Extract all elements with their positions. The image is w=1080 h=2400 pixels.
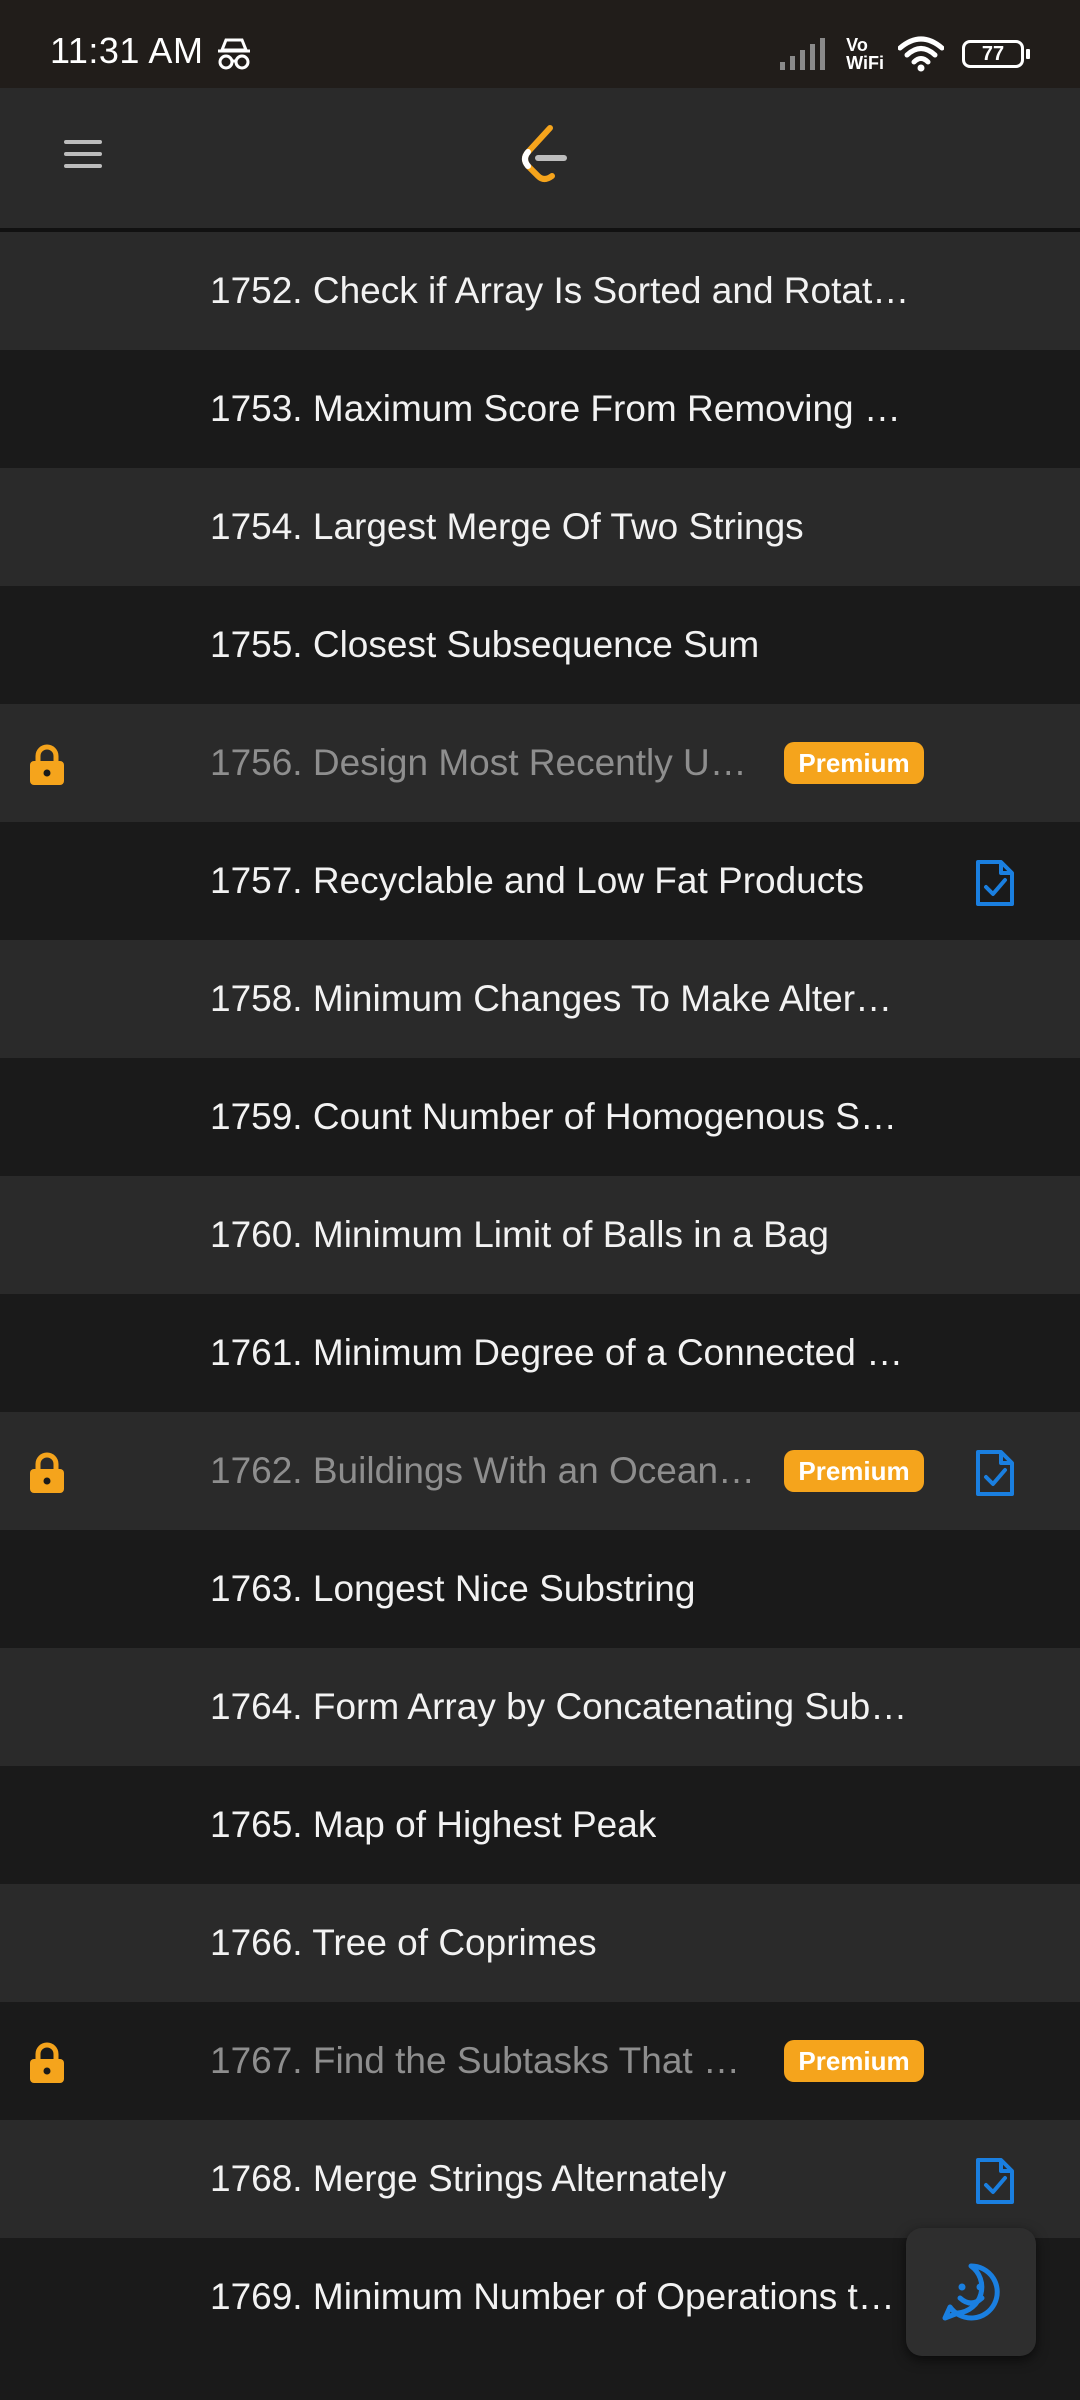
problem-row[interactable]: 1764. Form Array by Concatenating Sub… <box>0 1648 1080 1766</box>
battery-level: 77 <box>981 42 1005 65</box>
vowifi-vo: Vo <box>846 35 868 55</box>
problem-title: 1761. Minimum Degree of a Connected … <box>210 1332 904 1373</box>
problem-list: 1752. Check if Array Is Sorted and Rotat… <box>0 232 1080 2356</box>
signal-icon <box>780 38 826 70</box>
problem-title: 1763. Longest Nice Substring <box>210 1568 696 1609</box>
leetcode-logo[interactable] <box>516 124 572 190</box>
hamburger-menu-icon[interactable] <box>60 134 108 182</box>
problem-title: 1756. Design Most Recently U… <box>210 742 747 783</box>
problem-title: 1760. Minimum Limit of Balls in a Bag <box>210 1214 829 1255</box>
problem-title: 1764. Form Array by Concatenating Sub… <box>210 1686 908 1727</box>
solution-doc-icon[interactable] <box>974 1448 1016 1498</box>
problem-row[interactable]: 1768. Merge Strings Alternately <box>0 2120 1080 2238</box>
problem-row[interactable]: 1760. Minimum Limit of Balls in a Bag <box>0 1176 1080 1294</box>
problem-title: 1752. Check if Array Is Sorted and Rotat… <box>210 270 910 311</box>
problem-row[interactable]: 1755. Closest Subsequence Sum <box>0 586 1080 704</box>
problem-row[interactable]: 1763. Longest Nice Substring <box>0 1530 1080 1648</box>
lock-icon <box>30 1452 64 1493</box>
problem-row[interactable]: 1752. Check if Array Is Sorted and Rotat… <box>0 232 1080 350</box>
problem-title: 1762. Buildings With an Ocean… <box>210 1450 756 1491</box>
problem-row[interactable]: 1762. Buildings With an Ocean… Premium <box>0 1412 1080 1530</box>
problem-row[interactable]: 1765. Map of Highest Peak <box>0 1766 1080 1884</box>
chat-smiley-icon <box>942 2263 1000 2321</box>
problem-title: 1768. Merge Strings Alternately <box>210 2158 727 2199</box>
app-screen: 11:31 AM Vo WiFi 77 1752. Check if Array… <box>0 0 1080 2400</box>
solution-doc-icon[interactable] <box>974 2156 1016 2206</box>
problem-title: 1758. Minimum Changes To Make Alter… <box>210 978 893 1019</box>
problem-row[interactable]: 1757. Recyclable and Low Fat Products <box>0 822 1080 940</box>
vowifi-indicator: Vo WiFi <box>846 36 884 72</box>
premium-badge: Premium <box>784 1450 924 1492</box>
problem-row[interactable]: 1759. Count Number of Homogenous S… <box>0 1058 1080 1176</box>
problem-title: 1759. Count Number of Homogenous S… <box>210 1096 897 1137</box>
chat-fab-button[interactable] <box>906 2228 1036 2356</box>
problem-row[interactable]: 1753. Maximum Score From Removing … <box>0 350 1080 468</box>
wifi-icon <box>898 36 944 72</box>
premium-badge: Premium <box>784 742 924 784</box>
problem-row[interactable]: 1761. Minimum Degree of a Connected … <box>0 1294 1080 1412</box>
problem-title: 1754. Largest Merge Of Two Strings <box>210 506 804 547</box>
solution-doc-icon[interactable] <box>974 858 1016 908</box>
problem-title: 1769. Minimum Number of Operations t… <box>210 2276 895 2317</box>
problem-title: 1765. Map of Highest Peak <box>210 1804 657 1845</box>
vowifi-wifi: WiFi <box>846 53 884 73</box>
problem-title: 1757. Recyclable and Low Fat Products <box>210 860 865 901</box>
problem-row[interactable]: 1767. Find the Subtasks That … Premium <box>0 2002 1080 2120</box>
problem-row[interactable]: 1758. Minimum Changes To Make Alter… <box>0 940 1080 1058</box>
incognito-icon <box>218 38 250 70</box>
problem-title: 1753. Maximum Score From Removing … <box>210 388 901 429</box>
status-indicators: Vo WiFi 77 <box>780 30 1030 78</box>
battery-icon: 77 <box>962 40 1030 68</box>
app-header <box>0 88 1080 232</box>
status-time: 11:31 AM <box>50 30 204 71</box>
problem-row[interactable]: 1754. Largest Merge Of Two Strings <box>0 468 1080 586</box>
problem-row[interactable]: 1766. Tree of Coprimes <box>0 1884 1080 2002</box>
problem-title: 1755. Closest Subsequence Sum <box>210 624 760 665</box>
lock-icon <box>30 2042 64 2083</box>
problem-row[interactable]: 1756. Design Most Recently U… Premium <box>0 704 1080 822</box>
lock-icon <box>30 744 64 785</box>
status-bar: 11:31 AM Vo WiFi 77 <box>0 0 1080 88</box>
premium-badge: Premium <box>784 2040 924 2082</box>
problem-title: 1766. Tree of Coprimes <box>210 1922 597 1963</box>
problem-title: 1767. Find the Subtasks That … <box>210 2040 740 2081</box>
